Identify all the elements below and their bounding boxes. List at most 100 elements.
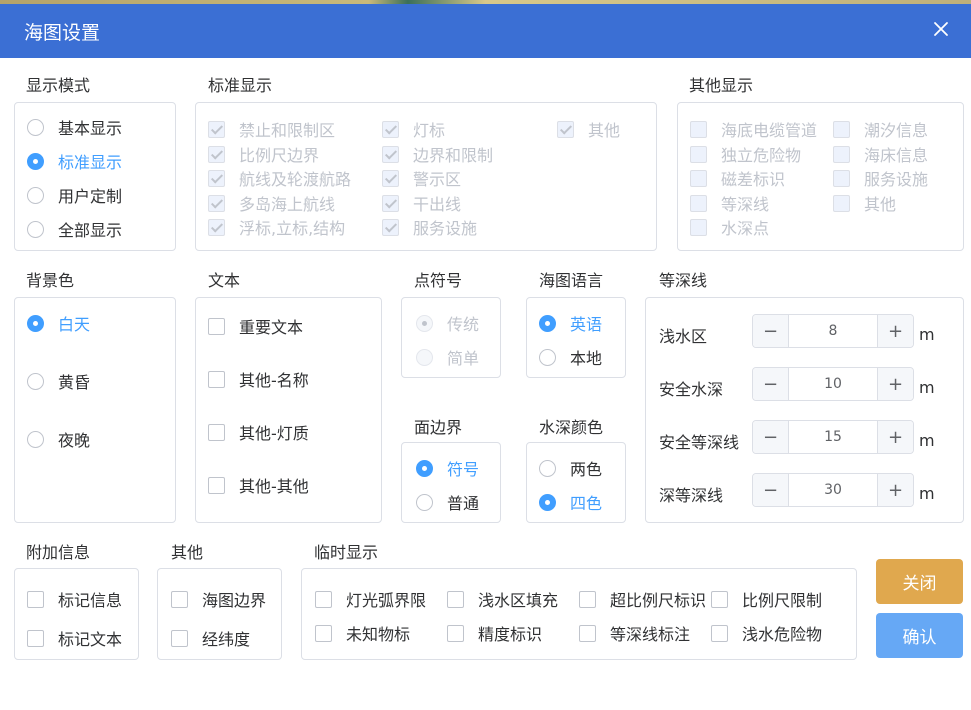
std-item[interactable]: 浮标,立标,结构: [208, 215, 345, 239]
other-item[interactable]: 等深线: [690, 191, 769, 215]
display-mode-all[interactable]: 全部显示: [27, 217, 122, 241]
radio-icon[interactable]: [539, 348, 556, 366]
increment-button[interactable]: +: [877, 421, 913, 453]
additional-item[interactable]: 标记信息: [27, 587, 122, 611]
radio-icon[interactable]: [27, 220, 44, 238]
increment-button[interactable]: +: [877, 474, 913, 506]
close-button[interactable]: 关闭: [876, 559, 963, 604]
std-item[interactable]: 航线及轮渡航路: [208, 166, 351, 190]
background-night[interactable]: 夜晚: [27, 427, 90, 451]
checkbox-icon[interactable]: [690, 194, 707, 212]
increment-button[interactable]: +: [877, 315, 913, 347]
checkbox-icon[interactable]: [711, 590, 728, 608]
radio-icon[interactable]: [27, 186, 44, 204]
temp-item[interactable]: 浅水区填充: [447, 587, 558, 611]
checkbox-icon[interactable]: [315, 590, 332, 608]
checkbox-checked-icon[interactable]: [208, 194, 225, 212]
checkbox-icon[interactable]: [833, 169, 850, 187]
language-english[interactable]: 英语: [539, 311, 602, 335]
area-boundary-symbol[interactable]: 符号: [416, 456, 479, 480]
radio-checked-icon[interactable]: [416, 459, 433, 477]
std-item[interactable]: 其他: [557, 117, 620, 141]
other-item[interactable]: 服务设施: [833, 166, 928, 190]
checkbox-icon[interactable]: [833, 120, 850, 138]
depth-color-four[interactable]: 四色: [539, 490, 602, 514]
background-day[interactable]: 白天: [27, 311, 90, 335]
depth-color-two[interactable]: 两色: [539, 456, 602, 480]
radio-icon[interactable]: [416, 493, 433, 511]
checkbox-checked-icon[interactable]: [382, 169, 399, 187]
other-item[interactable]: 水深点: [690, 215, 769, 239]
display-mode-basic[interactable]: 基本显示: [27, 115, 122, 139]
checkbox-icon[interactable]: [315, 624, 332, 642]
checkbox-checked-icon[interactable]: [557, 120, 574, 138]
checkbox-checked-icon[interactable]: [382, 194, 399, 212]
language-local[interactable]: 本地: [539, 345, 602, 369]
area-boundary-plain[interactable]: 普通: [416, 490, 479, 514]
checkbox-checked-icon[interactable]: [382, 218, 399, 236]
std-item[interactable]: 灯标: [382, 117, 445, 141]
safety-depth-stepper[interactable]: − 10 +: [752, 367, 914, 401]
other-item[interactable]: 磁差标识: [690, 166, 785, 190]
checkbox-icon[interactable]: [208, 476, 225, 494]
deep-contour-stepper[interactable]: − 30 +: [752, 473, 914, 507]
std-item[interactable]: 比例尺边界: [208, 142, 319, 166]
temp-item[interactable]: 精度标识: [447, 621, 542, 645]
temp-item[interactable]: 浅水危险物: [711, 621, 822, 645]
radio-icon[interactable]: [539, 459, 556, 477]
std-item[interactable]: 服务设施: [382, 215, 477, 239]
deep-contour-value[interactable]: 30: [789, 474, 877, 506]
increment-button[interactable]: +: [877, 368, 913, 400]
radio-checked-icon[interactable]: [416, 314, 433, 332]
std-item[interactable]: 边界和限制: [382, 142, 493, 166]
text-item[interactable]: 重要文本: [208, 314, 303, 338]
other-item[interactable]: 海床信息: [833, 142, 928, 166]
decrement-button[interactable]: −: [753, 421, 789, 453]
checkbox-icon[interactable]: [833, 194, 850, 212]
other-item[interactable]: 海底电缆管道: [690, 117, 817, 141]
text-item[interactable]: 其他-名称: [208, 367, 309, 391]
std-item[interactable]: 干出线: [382, 191, 461, 215]
temp-item[interactable]: 超比例尺标识: [579, 587, 713, 611]
checkbox-checked-icon[interactable]: [208, 218, 225, 236]
checkbox-icon[interactable]: [447, 624, 464, 642]
temp-item[interactable]: 未知物标: [315, 621, 410, 645]
others-item[interactable]: 海图边界: [171, 587, 266, 611]
checkbox-icon[interactable]: [27, 629, 44, 647]
checkbox-icon[interactable]: [27, 590, 44, 608]
checkbox-checked-icon[interactable]: [208, 120, 225, 138]
temp-item[interactable]: 比例尺限制: [711, 587, 822, 611]
std-item[interactable]: 警示区: [382, 166, 461, 190]
point-symbol-simple[interactable]: 简单: [416, 345, 479, 369]
radio-checked-icon[interactable]: [27, 152, 44, 170]
decrement-button[interactable]: −: [753, 368, 789, 400]
background-dusk[interactable]: 黄昏: [27, 369, 90, 393]
shallow-value[interactable]: 8: [789, 315, 877, 347]
radio-icon[interactable]: [27, 430, 44, 448]
point-symbol-traditional[interactable]: 传统: [416, 311, 479, 335]
checkbox-icon[interactable]: [579, 590, 596, 608]
checkbox-checked-icon[interactable]: [382, 145, 399, 163]
safety-contour-value[interactable]: 15: [789, 421, 877, 453]
checkbox-icon[interactable]: [690, 145, 707, 163]
checkbox-icon[interactable]: [171, 590, 188, 608]
decrement-button[interactable]: −: [753, 474, 789, 506]
std-item[interactable]: 多岛海上航线: [208, 191, 335, 215]
checkbox-icon[interactable]: [711, 624, 728, 642]
other-item[interactable]: 独立危险物: [690, 142, 801, 166]
radio-checked-icon[interactable]: [27, 314, 44, 332]
other-item[interactable]: 其他: [833, 191, 896, 215]
display-mode-custom[interactable]: 用户定制: [27, 183, 122, 207]
display-mode-standard[interactable]: 标准显示: [27, 149, 122, 173]
other-item[interactable]: 潮汐信息: [833, 117, 928, 141]
checkbox-icon[interactable]: [208, 370, 225, 388]
decrement-button[interactable]: −: [753, 315, 789, 347]
checkbox-checked-icon[interactable]: [208, 169, 225, 187]
safety-contour-stepper[interactable]: − 15 +: [752, 420, 914, 454]
radio-icon[interactable]: [416, 348, 433, 366]
checkbox-checked-icon[interactable]: [208, 145, 225, 163]
checkbox-checked-icon[interactable]: [382, 120, 399, 138]
radio-checked-icon[interactable]: [539, 493, 556, 511]
checkbox-icon[interactable]: [690, 120, 707, 138]
checkbox-icon[interactable]: [208, 317, 225, 335]
